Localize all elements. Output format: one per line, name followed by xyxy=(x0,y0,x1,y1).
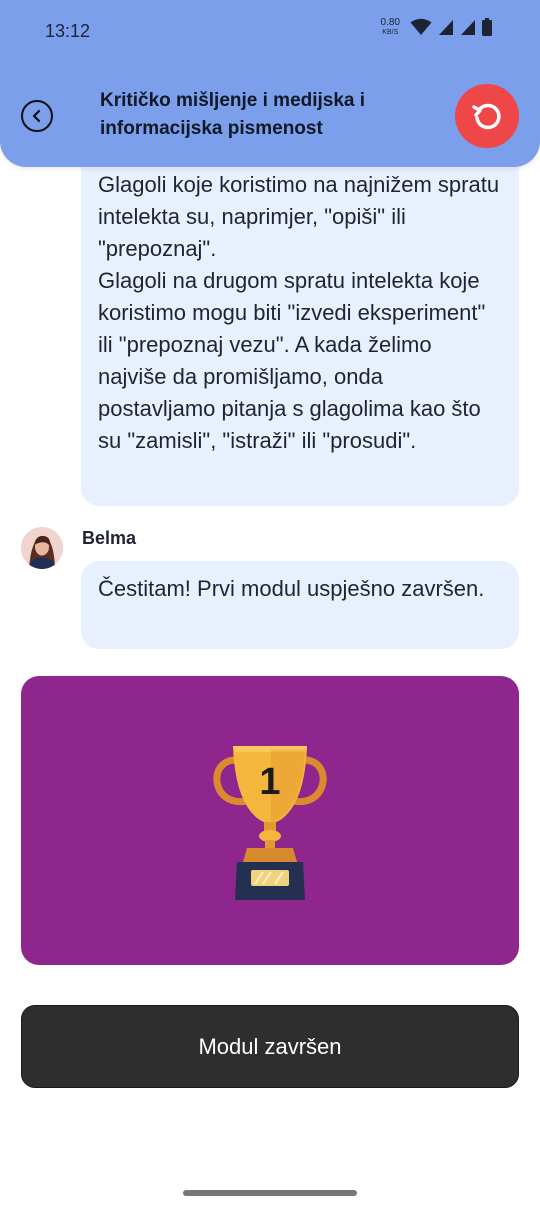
back-button[interactable] xyxy=(21,100,53,132)
chevron-left-icon xyxy=(32,109,41,123)
message-paragraph: Glagoli koje koristimo na najnižem sprat… xyxy=(98,172,500,261)
message-text: Čestitam! Prvi modul uspješno završen. xyxy=(98,576,485,601)
header: 13:12 0.80 KB/S Kritičko mišljenje i med… xyxy=(0,0,540,167)
avatar-image xyxy=(21,527,63,569)
network-speed: 0.80 KB/S xyxy=(380,17,400,37)
network-speed-value: 0.80 xyxy=(380,17,400,28)
signal-icon xyxy=(439,20,453,35)
message-bubble: Glagoli koje koristimo na najnižem sprat… xyxy=(81,140,519,506)
trophy-card: 1 xyxy=(21,676,519,965)
network-speed-unit: KB/S xyxy=(382,29,399,36)
chat-screen: 13:12 0.80 KB/S Kritičko mišljenje i med… xyxy=(0,0,540,1206)
message-bubble: Čestitam! Prvi modul uspješno završen. xyxy=(81,561,519,649)
message-paragraph: Glagoli na drugom spratu intelekta koje … xyxy=(98,268,486,453)
trophy-icon: 1 xyxy=(213,745,327,900)
message-sender: Belma xyxy=(82,528,137,548)
battery-icon xyxy=(482,18,492,36)
wifi-icon xyxy=(410,18,432,35)
trophy-number: 1 xyxy=(259,761,280,803)
page-title-line: informacijska pismenost xyxy=(100,118,323,139)
module-complete-label: Modul završen xyxy=(198,1033,342,1059)
status-icons: 0.80 KB/S xyxy=(381,18,492,36)
avatar xyxy=(21,527,63,569)
module-complete-button[interactable]: Modul završen xyxy=(21,1005,519,1088)
status-time: 13:12 xyxy=(45,21,91,41)
restart-button[interactable] xyxy=(455,84,519,148)
page-title: Kritičko mišljenje i medijska i informac… xyxy=(100,87,420,143)
signal-icon xyxy=(461,20,475,35)
restart-icon xyxy=(472,103,501,130)
page-title-line: Kritičko mišljenje i medijska i xyxy=(100,90,366,111)
home-indicator[interactable] xyxy=(183,1190,357,1196)
